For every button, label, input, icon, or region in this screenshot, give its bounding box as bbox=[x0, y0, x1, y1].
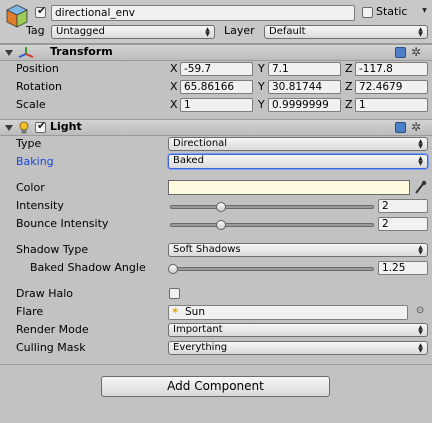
type-value: Directional bbox=[173, 138, 228, 149]
bounce-intensity-slider-track[interactable] bbox=[170, 223, 374, 227]
rotation-y-field[interactable]: 30.81744 bbox=[268, 80, 341, 94]
active-checkbox[interactable]: ✔ bbox=[35, 4, 47, 18]
transform-axis-icon bbox=[18, 47, 34, 58]
position-y-axis-label: Y bbox=[258, 62, 265, 75]
sun-flare-icon: ✶ bbox=[171, 306, 180, 317]
position-z-axis-label: Z bbox=[345, 62, 353, 75]
color-label: Color bbox=[16, 181, 45, 194]
gameobject-cube-icon bbox=[6, 4, 28, 28]
static-label: Static bbox=[376, 5, 408, 18]
render-mode-dropdown[interactable]: Important ▲ ▼ bbox=[168, 323, 428, 337]
draw-halo-label: Draw Halo bbox=[16, 287, 74, 300]
baking-value: Baked bbox=[173, 155, 204, 166]
shadow-type-dropdown[interactable]: Soft Shadows ▲ ▼ bbox=[168, 243, 428, 257]
transform-rows: Position X -59.7 Y 7.1 Z -117.8 Rotation… bbox=[0, 61, 432, 117]
static-flags-dropdown[interactable]: ▼ bbox=[417, 6, 429, 20]
foldout-arrow-icon[interactable] bbox=[5, 125, 13, 131]
baked-shadow-angle-slider-thumb[interactable] bbox=[167, 264, 178, 274]
add-component-button[interactable]: Add Component bbox=[101, 376, 330, 397]
rotation-z-field[interactable]: 72.4679 bbox=[355, 80, 428, 94]
chevron-down-icon: ▼ bbox=[422, 7, 427, 14]
light-title: Light bbox=[50, 120, 82, 133]
baking-label: Baking bbox=[16, 155, 54, 168]
object-name-field[interactable]: directional_env bbox=[51, 5, 355, 21]
rotation-y-axis-label: Y bbox=[258, 80, 265, 93]
updown-arrow-icon: ▲ ▼ bbox=[418, 342, 423, 354]
gameobject-header: ✔ directional_env Static ▼ Tag Untagged … bbox=[0, 0, 432, 44]
culling-mask-value: Everything bbox=[173, 342, 228, 353]
section-divider bbox=[0, 364, 432, 365]
updown-arrow-icon: ▲ ▼ bbox=[418, 244, 423, 256]
light-properties: Type Directional ▲ ▼ Baking Baked ▲ ▼ Colo… bbox=[0, 136, 432, 366]
lightbulb-icon bbox=[19, 121, 29, 134]
eyedropper-icon[interactable] bbox=[414, 180, 427, 195]
layer-label: Layer bbox=[224, 24, 255, 37]
scale-y-axis-label: Y bbox=[258, 98, 265, 111]
rotation-x-field[interactable]: 65.86166 bbox=[180, 80, 253, 94]
light-enabled-checkbox[interactable]: ✔ bbox=[35, 119, 47, 133]
scale-y-field[interactable]: 0.9999999 bbox=[268, 98, 341, 112]
baked-shadow-angle-field[interactable]: 1.25 bbox=[378, 261, 428, 275]
draw-halo-checkbox[interactable] bbox=[169, 288, 180, 299]
gear-icon[interactable]: ✲ bbox=[411, 121, 421, 133]
intensity-slider-track[interactable] bbox=[170, 205, 374, 209]
foldout-arrow-icon[interactable] bbox=[5, 50, 13, 56]
flare-object-field[interactable]: Sun bbox=[168, 305, 408, 320]
flare-value: Sun bbox=[185, 306, 205, 318]
type-dropdown[interactable]: Directional ▲ ▼ bbox=[168, 137, 428, 151]
render-mode-label: Render Mode bbox=[16, 323, 89, 336]
render-mode-value: Important bbox=[173, 324, 223, 335]
baked-shadow-angle-label: Baked Shadow Angle bbox=[30, 261, 146, 274]
layer-dropdown[interactable]: Default ▲ ▼ bbox=[264, 25, 428, 39]
rotation-x-axis-label: X bbox=[170, 80, 178, 93]
color-swatch[interactable] bbox=[168, 180, 410, 195]
bounce-intensity-field[interactable]: 2 bbox=[378, 217, 428, 231]
help-book-icon[interactable] bbox=[395, 122, 406, 133]
baked-shadow-angle-slider-track[interactable] bbox=[170, 267, 374, 271]
scale-x-field[interactable]: 1 bbox=[180, 98, 253, 112]
bounce-intensity-label: Bounce Intensity bbox=[16, 217, 109, 230]
position-y-field[interactable]: 7.1 bbox=[268, 62, 341, 76]
position-x-field[interactable]: -59.7 bbox=[180, 62, 253, 76]
culling-mask-dropdown[interactable]: Everything ▲ ▼ bbox=[168, 341, 428, 355]
object-picker-icon[interactable]: ⊙ bbox=[416, 304, 424, 318]
gear-icon[interactable]: ✲ bbox=[411, 46, 421, 58]
shadow-type-value: Soft Shadows bbox=[173, 244, 241, 255]
help-book-icon[interactable] bbox=[395, 47, 406, 58]
intensity-slider-thumb[interactable] bbox=[216, 202, 226, 212]
scale-x-axis-label: X bbox=[170, 98, 178, 111]
intensity-field[interactable]: 2 bbox=[378, 199, 428, 213]
updown-arrow-icon: ▲ ▼ bbox=[418, 138, 423, 150]
baking-dropdown[interactable]: Baked ▲ ▼ bbox=[168, 154, 428, 169]
tag-label: Tag bbox=[26, 24, 45, 37]
static-checkbox[interactable] bbox=[362, 7, 373, 18]
intensity-label: Intensity bbox=[16, 199, 64, 212]
transform-title: Transform bbox=[50, 45, 113, 58]
shadow-type-label: Shadow Type bbox=[16, 243, 89, 256]
checkmark-icon: ✔ bbox=[37, 4, 47, 17]
rotation-label: Rotation bbox=[16, 80, 63, 93]
updown-arrow-icon: ▲ ▼ bbox=[418, 26, 423, 38]
position-x-axis-label: X bbox=[170, 62, 178, 75]
tag-dropdown[interactable]: Untagged ▲ ▼ bbox=[51, 25, 215, 39]
rotation-z-axis-label: Z bbox=[345, 80, 353, 93]
updown-arrow-icon: ▲ ▼ bbox=[418, 324, 423, 336]
checkmark-icon: ✔ bbox=[37, 119, 47, 132]
position-z-field[interactable]: -117.8 bbox=[355, 62, 428, 76]
layer-value: Default bbox=[269, 26, 306, 37]
position-label: Position bbox=[16, 62, 59, 75]
updown-arrow-icon: ▲ ▼ bbox=[418, 155, 423, 167]
type-label: Type bbox=[16, 137, 42, 150]
tag-value: Untagged bbox=[56, 26, 105, 37]
flare-label: Flare bbox=[16, 305, 44, 318]
scale-z-axis-label: Z bbox=[345, 98, 353, 111]
scale-z-field[interactable]: 1 bbox=[355, 98, 428, 112]
scale-label: Scale bbox=[16, 98, 46, 111]
updown-arrow-icon: ▲ ▼ bbox=[205, 26, 210, 38]
culling-mask-label: Culling Mask bbox=[16, 341, 86, 354]
bounce-intensity-slider-thumb[interactable] bbox=[216, 220, 226, 230]
